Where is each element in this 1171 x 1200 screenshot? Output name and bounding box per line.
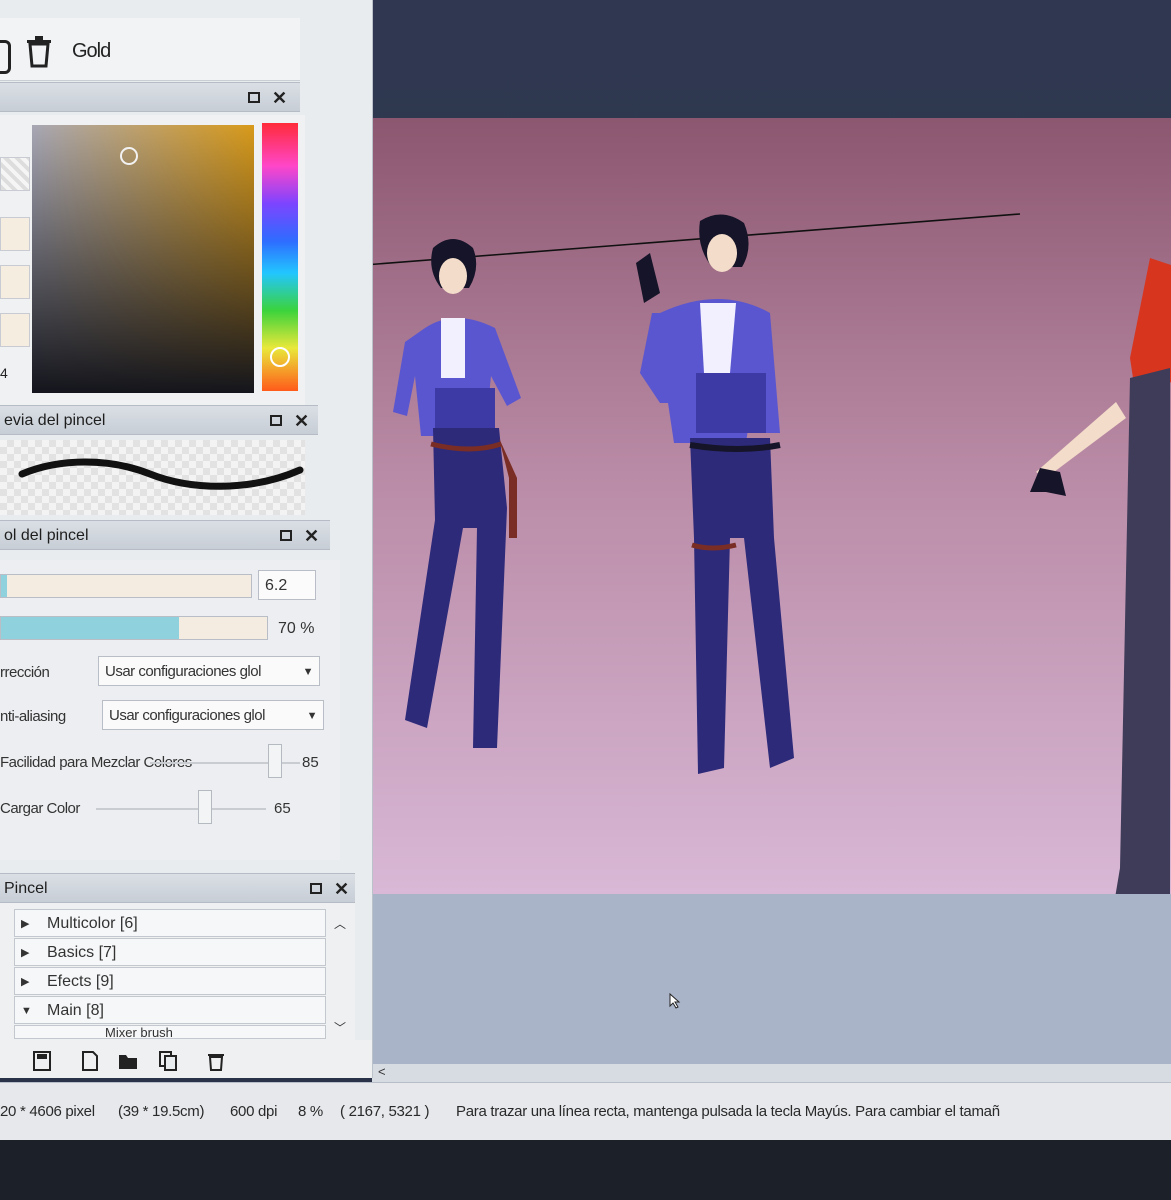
brush-control-panel: 6.2 70 % rrección Usar configuraciones g… — [0, 560, 340, 860]
brush-item-partial[interactable]: Mixer brush — [14, 1025, 326, 1039]
brush-stroke-preview — [0, 440, 305, 515]
antialias-value: Usar configuraciones glol — [109, 707, 265, 724]
trash-icon[interactable] — [24, 34, 54, 68]
color-swatch-2[interactable] — [0, 265, 30, 299]
new-file-icon[interactable] — [80, 1050, 100, 1072]
brush-control-header[interactable]: ol del pincel ✕ — [0, 520, 330, 550]
restore-icon[interactable] — [310, 883, 322, 894]
swatch-number: 4 — [0, 365, 8, 381]
character-one — [393, 239, 521, 748]
brush-list-title: Pincel — [4, 880, 48, 897]
sv-cursor-icon[interactable] — [120, 147, 138, 165]
color-swatch-pattern[interactable] — [0, 157, 30, 191]
brush-density-fill — [1, 617, 179, 639]
monitor-bezel — [0, 1140, 1171, 1200]
close-icon[interactable]: ✕ — [304, 521, 319, 551]
bracket-icon[interactable] — [0, 40, 11, 74]
brush-size-fill — [1, 575, 7, 597]
color-picker: 4 — [0, 115, 305, 405]
brush-size-input[interactable]: 6.2 — [258, 570, 316, 600]
close-icon[interactable]: ✕ — [294, 406, 309, 436]
image-size-pixels: 20 * 4606 pixel — [0, 1103, 95, 1120]
layer-name-label: Gold — [72, 40, 111, 62]
brush-list: ▶ Multicolor [6] ▶ Basics [7] ▶ Efects [… — [0, 903, 355, 1043]
character-two — [636, 214, 794, 774]
brush-group-efects[interactable]: ▶ Efects [9] — [14, 967, 326, 995]
cursor-coordinates: ( 2167, 5321 ) — [340, 1103, 430, 1120]
hue-slider[interactable] — [262, 123, 298, 391]
brush-group-basics[interactable]: ▶ Basics [7] — [14, 938, 326, 966]
correction-label: rrección — [0, 664, 50, 681]
brush-group-main[interactable]: ▼ Main [8] — [14, 996, 326, 1024]
layer-toolbar: Gold — [0, 18, 300, 81]
horizontal-scrollbar[interactable]: < — [372, 1064, 1171, 1082]
image-size-cm: (39 * 19.5cm) — [118, 1103, 205, 1120]
close-icon[interactable]: ✕ — [272, 83, 287, 113]
brush-stroke-icon — [18, 458, 304, 490]
character-lineup-artwork — [300, 213, 1171, 894]
color-panel-header[interactable]: ✕ — [0, 82, 300, 112]
collapse-arrow-icon[interactable]: ▼ — [21, 997, 32, 1025]
brush-preview-header[interactable]: evia del pincel ✕ — [0, 405, 318, 435]
hue-cursor-icon[interactable] — [270, 347, 290, 367]
restore-icon[interactable] — [280, 530, 292, 541]
antialias-label: nti-aliasing — [0, 708, 66, 725]
brush-preview-title: evia del pincel — [4, 412, 106, 429]
saturation-value-square[interactable] — [32, 125, 254, 393]
restore-icon[interactable] — [270, 415, 282, 426]
brush-size-slider[interactable] — [0, 574, 252, 598]
save-icon[interactable] — [32, 1050, 52, 1072]
scroll-down-icon[interactable]: ﹀ — [334, 1019, 346, 1036]
status-bar: 20 * 4606 pixel (39 * 19.5cm) 600 dpi 8 … — [0, 1082, 1171, 1141]
delete-icon[interactable] — [206, 1050, 226, 1072]
expand-arrow-icon[interactable]: ▶ — [21, 968, 29, 996]
brush-list-scrollbar[interactable]: ︿ ﹀ — [330, 911, 352, 1039]
drawing-canvas[interactable] — [300, 118, 1171, 894]
brush-group-multicolor[interactable]: ▶ Multicolor [6] — [14, 909, 326, 937]
blend-slider-knob[interactable] — [268, 744, 282, 778]
scroll-left-icon[interactable]: < — [378, 1064, 386, 1079]
dropdown-arrow-icon[interactable]: ▼ — [303, 657, 314, 685]
restore-icon[interactable] — [248, 92, 260, 103]
zoom-level: 8 % — [298, 1103, 323, 1120]
expand-arrow-icon[interactable]: ▶ — [21, 910, 29, 938]
load-color-slider[interactable] — [96, 808, 266, 810]
brush-control-title: ol del pincel — [4, 527, 89, 544]
brush-density-value: 70 % — [278, 620, 315, 637]
left-dock: Gold ✕ 4 evia del pincel ✕ ol del pincel… — [0, 0, 373, 1078]
load-color-slider-knob[interactable] — [198, 790, 212, 824]
close-icon[interactable]: ✕ — [334, 874, 349, 904]
brush-list-header[interactable]: Pincel ✕ — [0, 873, 355, 903]
correction-value: Usar configuraciones glol — [105, 663, 261, 680]
cursor-icon — [669, 992, 681, 1009]
folder-icon[interactable] — [118, 1050, 138, 1072]
brush-list-toolbar — [0, 1040, 372, 1078]
load-color-label: Cargar Color — [0, 800, 80, 817]
correction-select[interactable]: Usar configuraciones glol ▼ — [98, 656, 320, 686]
brush-density-slider[interactable] — [0, 616, 268, 640]
expand-arrow-icon[interactable]: ▶ — [21, 939, 29, 967]
character-three — [1030, 258, 1171, 894]
copy-icon[interactable] — [158, 1050, 178, 1072]
image-dpi: 600 dpi — [230, 1103, 278, 1120]
color-swatch-1[interactable] — [0, 217, 30, 251]
canvas-surround — [372, 894, 1171, 1078]
antialias-select[interactable]: Usar configuraciones glol ▼ — [102, 700, 324, 730]
load-color-value: 65 — [274, 800, 291, 817]
dropdown-arrow-icon[interactable]: ▼ — [307, 701, 318, 729]
scroll-up-icon[interactable]: ︿ — [334, 915, 346, 932]
status-hint: Para trazar una línea recta, mantenga pu… — [456, 1103, 1000, 1120]
blend-value: 85 — [302, 754, 319, 771]
color-swatch-3[interactable] — [0, 313, 30, 347]
